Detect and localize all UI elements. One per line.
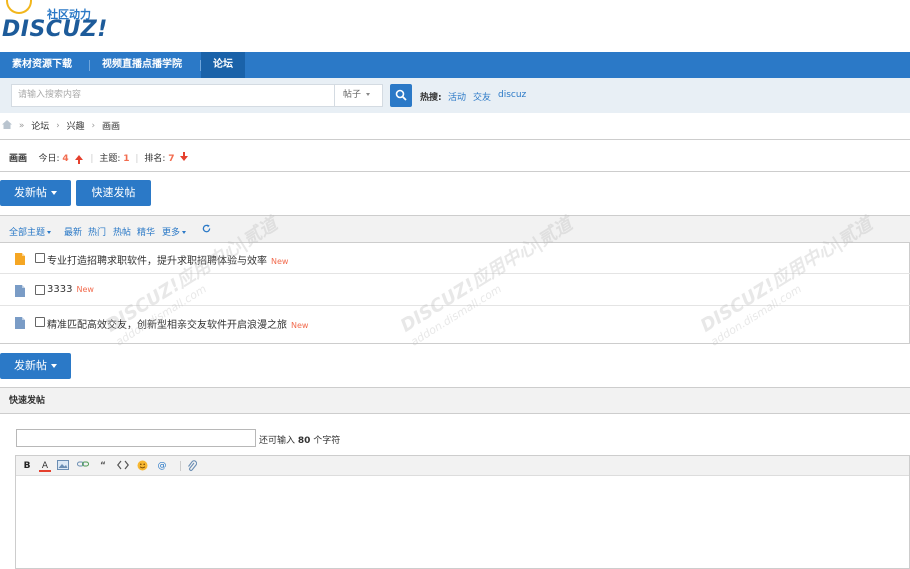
thread-row[interactable]: 专业打造招聘求职软件，提升求职招聘体验与效率 New <box>0 243 910 274</box>
char-hint-count: 80 <box>297 436 311 446</box>
new-badge: New <box>291 321 309 330</box>
breadcrumb-interest[interactable]: 兴趣 <box>67 119 85 132</box>
breadcrumb-forum[interactable]: 论坛 <box>31 119 49 132</box>
thread-checkbox[interactable] <box>35 285 45 295</box>
thread-list: 全部主题 最新 热门 热帖 精华 更多 专业打造招聘求职软件，提升求职招聘体验与… <box>0 215 910 344</box>
filter-hot[interactable]: 热门 <box>88 225 106 238</box>
thread-title[interactable]: 精准匹配高效交友，创新型相亲交友软件开启浪漫之旅 New <box>47 316 308 331</box>
emoji-icon[interactable] <box>136 460 148 472</box>
trend-up-icon <box>74 155 83 164</box>
forum-stats: 画画 今日: 4 | 主题: 1 | 排名: 7 <box>9 151 190 164</box>
thread-title-text: 精准匹配高效交友，创新型相亲交友软件开启浪漫之旅 <box>47 320 287 331</box>
filter-all-label: 全部主题 <box>9 228 46 238</box>
mention-icon[interactable]: @ <box>156 460 168 472</box>
nav-item-materials[interactable]: 素材资源下载 <box>0 52 84 78</box>
search-bar: 请输入搜索内容 帖子 热搜: 活动 交友 discuz <box>0 78 910 113</box>
hot-link-discuz[interactable]: discuz <box>498 90 526 100</box>
new-badge: New <box>76 285 94 294</box>
today-value: 4 <box>62 154 69 164</box>
rank-value: 7 <box>168 154 175 164</box>
breadcrumb-separator: › <box>91 120 96 131</box>
topics-value: 1 <box>123 154 130 164</box>
breadcrumb: » 论坛 › 兴趣 › 画画 <box>2 119 120 133</box>
quick-post-button[interactable]: 快速发帖 <box>76 180 151 206</box>
toolbar-divider <box>180 461 181 471</box>
filter-more[interactable]: 更多 <box>162 225 187 238</box>
forum-info-box: 画画 今日: 4 | 主题: 1 | 排名: 7 <box>0 139 910 172</box>
quote-icon[interactable]: “ <box>97 460 109 472</box>
breadcrumb-separator: » <box>18 120 25 131</box>
thread-title-text: 专业打造招聘求职软件，提升求职招聘体验与效率 <box>47 256 267 267</box>
char-hint-suffix: 个字符 <box>313 436 341 446</box>
filter-hot-threads[interactable]: 热帖 <box>113 225 131 238</box>
chevron-down-icon <box>51 191 57 195</box>
filter-more-label: 更多 <box>162 228 181 238</box>
new-post-button[interactable]: 发新帖 <box>0 180 71 206</box>
document-icon <box>15 253 25 265</box>
trend-down-icon <box>180 152 189 161</box>
thread-row[interactable]: 精准匹配高效交友，创新型相亲交友软件开启浪漫之旅 New <box>0 307 910 338</box>
breadcrumb-current[interactable]: 画画 <box>102 119 120 132</box>
filter-bar: 全部主题 最新 热门 热帖 精华 更多 <box>0 216 910 243</box>
thread-title[interactable]: 3333 New <box>47 284 94 295</box>
link-icon[interactable] <box>77 460 89 472</box>
thread-title[interactable]: 专业打造招聘求职软件，提升求职招聘体验与效率 New <box>47 252 288 267</box>
post-editor[interactable]: B A “ @ <box>15 455 910 569</box>
search-button[interactable] <box>390 84 412 107</box>
chevron-down-icon <box>182 231 187 234</box>
hot-link-dating[interactable]: 交友 <box>473 90 491 103</box>
filter-latest[interactable]: 最新 <box>64 225 82 238</box>
nav-item-video-academy[interactable]: 视频直播点播学院 <box>90 52 194 78</box>
stat-divider: | <box>135 154 139 164</box>
new-badge: New <box>271 257 289 266</box>
new-post-label: 发新帖 <box>14 186 47 199</box>
attach-icon[interactable] <box>186 460 198 472</box>
nav-item-forum[interactable]: 论坛 <box>201 52 245 78</box>
search-type-label: 帖子 <box>343 90 362 100</box>
quick-post-label: 快速发帖 <box>91 186 136 199</box>
filter-all-topics[interactable]: 全部主题 <box>9 225 52 238</box>
logo-bulb-icon <box>6 0 32 14</box>
chevron-down-icon <box>51 364 57 368</box>
thread-title-text: 3333 <box>47 284 73 295</box>
post-title-input[interactable] <box>16 429 256 447</box>
editor-toolbar: B A “ @ <box>16 456 909 476</box>
thread-checkbox[interactable] <box>35 317 45 327</box>
thread-checkbox[interactable] <box>35 253 45 263</box>
topics-label: 主题: <box>99 154 121 164</box>
breadcrumb-separator: › <box>56 120 60 131</box>
document-icon <box>15 285 25 297</box>
hot-link-activity[interactable]: 活动 <box>448 90 466 103</box>
thread-row[interactable]: 3333 New <box>0 275 910 306</box>
code-icon[interactable] <box>117 460 129 472</box>
char-limit-hint: 还可输入 80 个字符 <box>259 433 340 446</box>
site-logo[interactable]: 社区动力 DISCUZ! <box>0 0 110 46</box>
home-icon[interactable] <box>2 119 12 132</box>
rank-label: 排名: <box>144 154 166 164</box>
filter-digest[interactable]: 精华 <box>137 225 155 238</box>
today-label: 今日: <box>38 154 60 164</box>
chevron-down-icon <box>365 93 370 96</box>
new-post-button-bottom[interactable]: 发新帖 <box>0 353 71 379</box>
refresh-icon[interactable] <box>202 224 211 236</box>
font-color-icon[interactable]: A <box>39 460 51 472</box>
new-post-label: 发新帖 <box>14 359 47 372</box>
char-hint-prefix: 还可输入 <box>259 436 296 446</box>
document-icon <box>15 317 25 329</box>
quick-post-header: 快速发帖 <box>0 388 910 414</box>
search-type-select[interactable]: 帖子 <box>335 84 383 107</box>
stat-divider: | <box>90 154 94 164</box>
hot-search-label: 热搜: <box>420 93 442 103</box>
bold-icon[interactable]: B <box>21 460 33 472</box>
image-icon[interactable] <box>57 460 69 472</box>
logo-brand: DISCUZ! <box>2 17 108 42</box>
search-icon <box>395 89 407 101</box>
search-input[interactable]: 请输入搜索内容 <box>11 84 335 107</box>
main-nav: 素材资源下载 视频直播点播学院 论坛 <box>0 52 910 78</box>
forum-name: 画画 <box>9 154 28 164</box>
chevron-down-icon <box>47 231 52 234</box>
